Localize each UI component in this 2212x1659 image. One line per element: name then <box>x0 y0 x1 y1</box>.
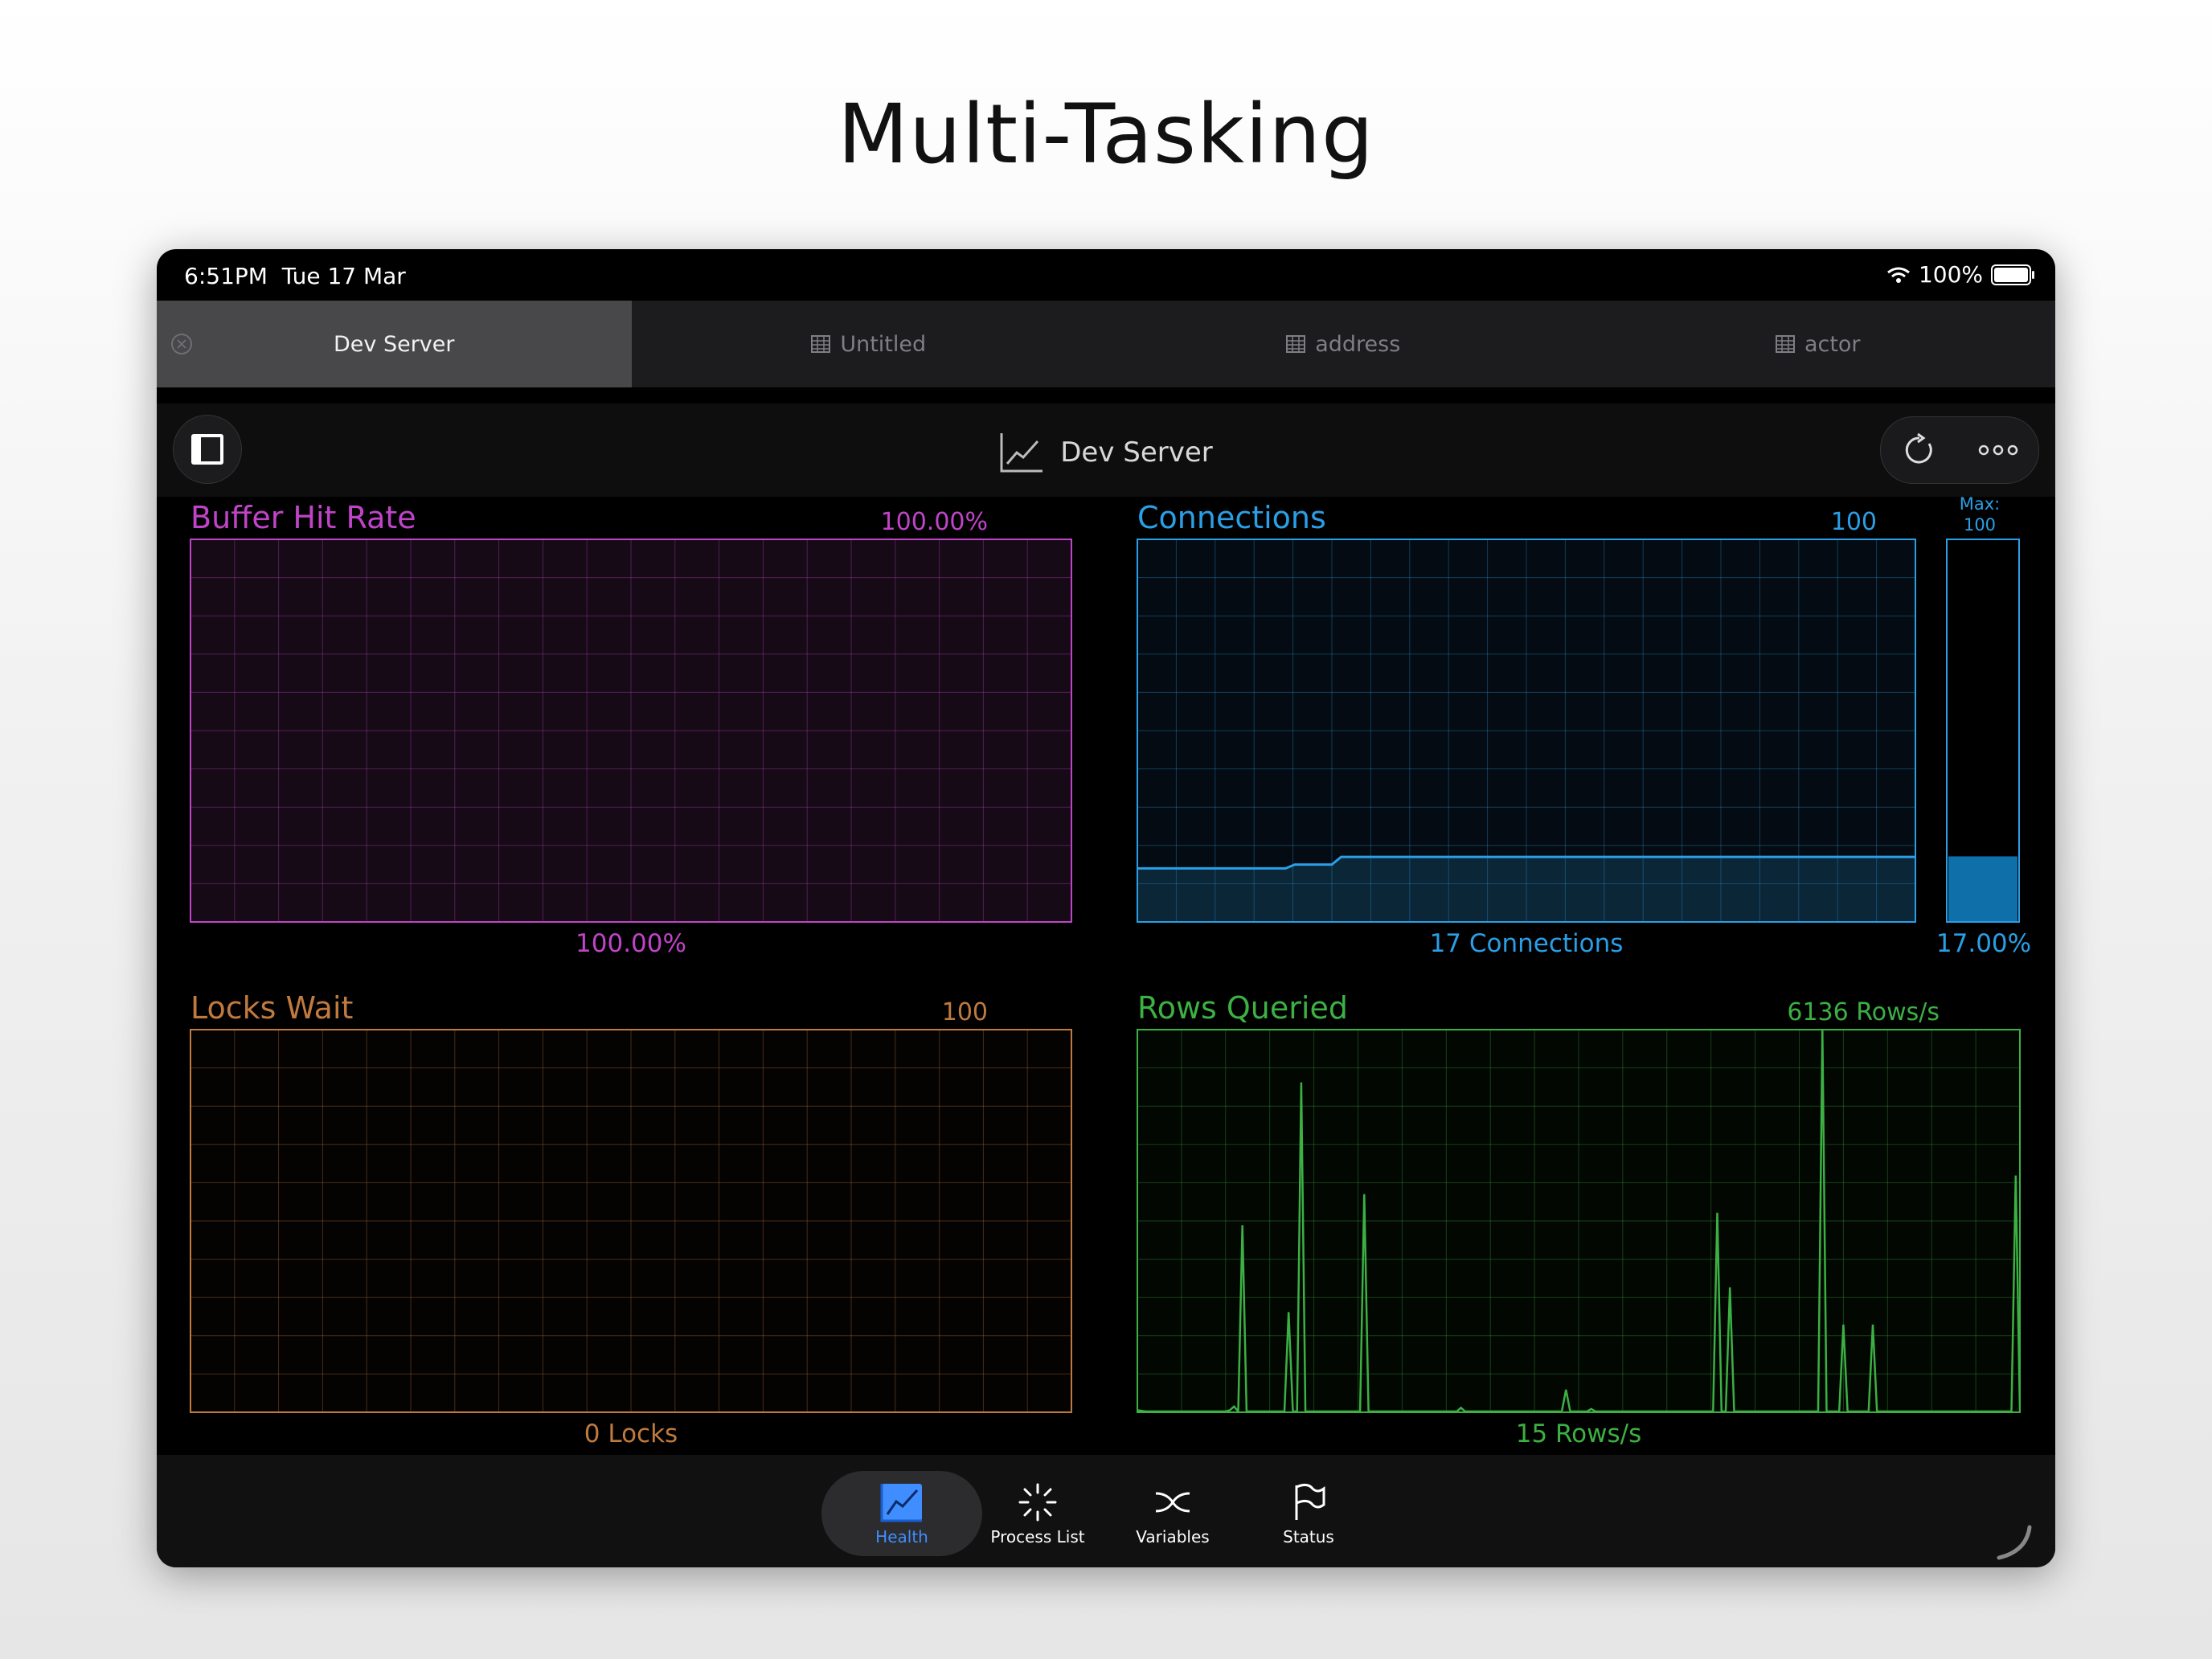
bottom-tab-process-list[interactable]: Process List <box>970 1471 1105 1556</box>
nav-title: Dev Server <box>157 432 2055 473</box>
table-icon <box>1775 335 1795 353</box>
table-icon <box>811 335 831 353</box>
dashboard: Buffer Hit Rate 100.00% 100.00% Connecti… <box>157 494 2055 1455</box>
rows-chart <box>1137 1029 2021 1413</box>
bottom-tab-bar: Health Process List Variables Status <box>157 1455 2055 1567</box>
max-label: Max: 100 <box>1941 494 2018 535</box>
rows-top-value: 6136 Rows/s <box>1787 998 1940 1026</box>
bottom-tab-status[interactable]: Status <box>1241 1471 1376 1556</box>
flag-icon <box>1295 1483 1325 1520</box>
buffer-bottom-value: 100.00% <box>576 929 686 958</box>
nav-title-label: Dev Server <box>1060 436 1213 469</box>
buffer-top-value: 100.00% <box>880 508 988 536</box>
max-label-text: Max: <box>1959 494 2001 514</box>
buffer-chart-grid <box>190 539 1072 923</box>
bottom-tab-variables[interactable]: Variables <box>1105 1471 1240 1556</box>
tab-label: Untitled <box>840 331 927 357</box>
wifi-icon <box>1887 267 1910 283</box>
bottom-tab-health[interactable]: Health <box>821 1471 982 1556</box>
status-right: 100% <box>1886 261 2034 288</box>
locks-chart-grid <box>190 1029 1072 1413</box>
battery-percent: 100% <box>1918 261 1983 288</box>
variables-icon <box>1155 1492 1190 1513</box>
connections-top-value: 100 <box>1830 508 1877 536</box>
status-bar: 6:51PM Tue 17 Mar 100% <box>157 249 2055 301</box>
locks-title: Locks Wait <box>190 990 354 1026</box>
close-tab-icon[interactable] <box>171 334 192 354</box>
spinner-icon <box>1018 1483 1057 1522</box>
bottom-tab-label: Process List <box>990 1527 1085 1546</box>
locks-chart <box>190 1029 1072 1413</box>
resize-corner-icon <box>1997 1525 2032 1560</box>
gauge-fill <box>1948 856 2017 921</box>
bottom-tab-label: Health <box>875 1527 928 1546</box>
locks-top-value: 100 <box>941 998 988 1026</box>
max-value-text: 100 <box>1963 515 1997 535</box>
tab-label: actor <box>1804 331 1861 357</box>
tab-label: Dev Server <box>333 331 455 357</box>
table-icon <box>1286 335 1306 353</box>
chart-icon <box>1000 433 1043 473</box>
connections-title: Connections <box>1137 500 1326 535</box>
actions-group <box>1880 416 2039 484</box>
rows-title: Rows Queried <box>1137 990 1348 1026</box>
connections-gauge-value: 17.00% <box>1936 929 2032 958</box>
chart-icon <box>880 1484 922 1522</box>
tab-label: address <box>1315 331 1401 357</box>
tab-address[interactable]: address <box>1106 301 1581 387</box>
tab-untitled[interactable]: Untitled <box>632 301 1107 387</box>
refresh-icon[interactable] <box>1902 432 1937 468</box>
connections-chart <box>1137 539 1916 923</box>
tab-bar: Dev Server Untitled address actor <box>157 301 2055 387</box>
headline: Multi-Tasking <box>838 87 1374 182</box>
nav-bar: Dev Server <box>157 403 2055 497</box>
connections-bottom-value: 17 Connections <box>1429 929 1624 958</box>
status-time: 6:51PM Tue 17 Mar <box>184 263 406 289</box>
bottom-tab-label: Status <box>1283 1527 1334 1546</box>
bottom-tab-label: Variables <box>1136 1527 1210 1546</box>
rows-bottom-value: 15 Rows/s <box>1515 1419 1642 1448</box>
rows-chart-grid <box>1137 1029 2021 1413</box>
tab-actor[interactable]: actor <box>1581 301 2056 387</box>
connections-gauge <box>1946 539 2020 923</box>
ipad-screen: 6:51PM Tue 17 Mar 100% Dev Server Untitl… <box>157 249 2055 1567</box>
buffer-title: Buffer Hit Rate <box>190 500 416 535</box>
connections-gauge-bar <box>1946 539 2020 923</box>
battery-icon <box>1991 264 2034 285</box>
connections-chart-grid <box>1137 539 1916 923</box>
more-icon[interactable] <box>1978 444 2018 456</box>
buffer-chart <box>190 539 1072 923</box>
locks-bottom-value: 0 Locks <box>584 1419 678 1448</box>
tab-dev-server[interactable]: Dev Server <box>157 301 632 387</box>
